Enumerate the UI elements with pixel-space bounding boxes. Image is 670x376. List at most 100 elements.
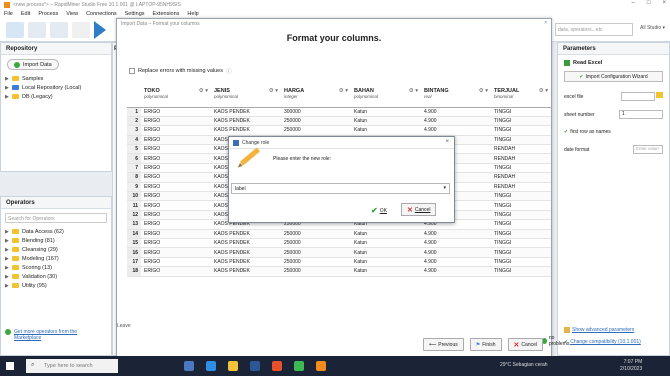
wand-icon: ✔ bbox=[579, 73, 584, 80]
table-cell: TINGGI bbox=[491, 135, 551, 146]
repo-item-db[interactable]: ▶ DB (Legacy) bbox=[1, 92, 111, 101]
column-header-toko[interactable]: ⚙ ▾ TOKO polynominal bbox=[141, 87, 211, 108]
folder-open-icon[interactable] bbox=[656, 92, 663, 98]
repo-item-label: Local Repository (Local) bbox=[22, 84, 82, 91]
windows-start-icon[interactable] bbox=[6, 362, 14, 370]
table-cell: ERIGO bbox=[141, 135, 211, 146]
task-view-icon[interactable] bbox=[184, 361, 194, 371]
folder-icon bbox=[12, 247, 19, 252]
new-process-icon[interactable] bbox=[6, 22, 24, 38]
taskbar-search-input[interactable]: ⌕ Type here to search bbox=[26, 359, 118, 373]
operator-group[interactable]: ▶ Utility (95) bbox=[1, 281, 111, 290]
column-header-bahan[interactable]: ⚙ ▾ BAHAN polynominal bbox=[351, 87, 421, 108]
operator-group[interactable]: ▶ Scoring (13) bbox=[1, 263, 111, 272]
column-menu-icon[interactable]: ⚙ ▾ bbox=[339, 88, 348, 94]
menu-process[interactable]: Process bbox=[38, 11, 58, 17]
rapidminer-taskbar-icon[interactable] bbox=[316, 361, 326, 371]
sheet-number-label: sheet number bbox=[564, 111, 595, 118]
marketplace-link[interactable]: Get more operators from the Marketplace bbox=[14, 329, 94, 341]
operator-group[interactable]: ▶ Modeling (167) bbox=[1, 254, 111, 263]
table-cell: ERIGO bbox=[141, 266, 211, 277]
table-cell: ERIGO bbox=[141, 219, 211, 230]
chrome-icon[interactable] bbox=[294, 361, 304, 371]
expand-caret-icon: ▶ bbox=[5, 246, 9, 253]
ok-button[interactable]: ✔ OK bbox=[371, 206, 387, 215]
menu-help[interactable]: Help bbox=[187, 11, 198, 17]
column-menu-icon[interactable]: ⚙ ▾ bbox=[269, 88, 278, 94]
replace-errors-checkbox[interactable] bbox=[129, 68, 135, 74]
operators-tab[interactable]: Operators bbox=[1, 197, 111, 209]
expand-caret-icon: ▶ bbox=[5, 255, 9, 262]
wizard-footer: ⟵ Previous ⚑ Finish ✕ Cancel bbox=[423, 338, 543, 351]
taskbar-search-placeholder: Type here to search bbox=[44, 363, 93, 369]
file-explorer-icon[interactable] bbox=[228, 361, 238, 371]
finish-button[interactable]: ⚑ Finish bbox=[469, 338, 502, 351]
role-select[interactable]: label ▾ bbox=[231, 183, 450, 194]
wizard-close-icon[interactable]: × bbox=[544, 20, 547, 26]
import-data-button[interactable]: Import Data bbox=[7, 59, 59, 70]
search-scope-dropdown[interactable]: All Studio ▾ bbox=[640, 25, 665, 31]
column-menu-icon[interactable]: ⚙ ▾ bbox=[409, 88, 418, 94]
column-menu-icon[interactable]: ⚙ ▾ bbox=[539, 88, 548, 94]
menu-edit[interactable]: Edit bbox=[21, 11, 30, 17]
import-configuration-wizard-button[interactable]: ✔ Import Configuration Wizard bbox=[564, 71, 663, 82]
close-window-button[interactable]: × bbox=[662, 0, 666, 6]
office-icon[interactable] bbox=[272, 361, 282, 371]
operator-group-label: Utility (95) bbox=[22, 282, 47, 289]
operator-group[interactable]: ▶ Blending (81) bbox=[1, 236, 111, 245]
operator-group-label: Blending (81) bbox=[22, 237, 55, 244]
undo-icon[interactable] bbox=[72, 22, 90, 38]
weather-widget[interactable]: 29°C Sebagian cerah bbox=[500, 362, 548, 368]
sheet-number-input[interactable]: 1 bbox=[619, 110, 663, 120]
table-cell: 4.900 bbox=[421, 247, 491, 258]
wizard-cancel-button[interactable]: ✕ Cancel bbox=[507, 338, 543, 351]
dialog-close-icon[interactable]: × bbox=[445, 139, 449, 145]
repository-tab[interactable]: Repository bbox=[1, 43, 111, 55]
row-number: 8 bbox=[127, 172, 141, 183]
replace-errors-option[interactable]: Replace errors with missing values ⓘ bbox=[129, 67, 232, 75]
column-header-terjual[interactable]: ⚙ ▾ TERJUAL binominal bbox=[491, 87, 551, 108]
column-menu-icon[interactable]: ⚙ ▾ bbox=[199, 88, 208, 94]
mail-icon[interactable] bbox=[250, 361, 260, 371]
role-select-value: label bbox=[235, 186, 246, 192]
table-cell: TINGGI bbox=[491, 107, 551, 117]
menu-settings[interactable]: Settings bbox=[125, 11, 145, 17]
column-header-harga[interactable]: ⚙ ▾ HARGA integer bbox=[281, 87, 351, 108]
dialog-cancel-button[interactable]: ✕ Cancel bbox=[401, 203, 437, 216]
menu-extensions[interactable]: Extensions bbox=[153, 11, 180, 17]
show-advanced-link[interactable]: Show advanced parameters bbox=[572, 327, 634, 333]
maximize-button[interactable]: □ bbox=[647, 0, 651, 6]
operator-group[interactable]: ▶ Cleansing (29) bbox=[1, 245, 111, 254]
repository-panel: Repository Import Data ▶ Samples ▶ Local… bbox=[0, 42, 112, 172]
column-header-jenis[interactable]: ⚙ ▾ JENIS polynominal bbox=[211, 87, 281, 108]
operator-group[interactable]: ▶ Validation (30) bbox=[1, 272, 111, 281]
table-row: 2 ERIGO KAOS PENDEK 250000 Katun 4.900 TINGGI bbox=[127, 116, 551, 127]
date-format-input[interactable]: Enter value bbox=[633, 145, 663, 155]
minimize-button[interactable]: – bbox=[632, 0, 635, 6]
menu-file[interactable]: File bbox=[4, 11, 13, 17]
table-cell: ERIGO bbox=[141, 238, 211, 249]
operator-search-input[interactable]: Search for Operators bbox=[5, 213, 107, 223]
column-menu-icon[interactable]: ⚙ ▾ bbox=[479, 88, 488, 94]
menu-connections[interactable]: Connections bbox=[86, 11, 117, 17]
global-search-input[interactable]: data, operators...etc bbox=[555, 23, 633, 36]
repo-item-samples[interactable]: ▶ Samples bbox=[1, 74, 111, 83]
excel-file-input[interactable] bbox=[620, 92, 655, 102]
previous-button[interactable]: ⟵ Previous bbox=[423, 338, 464, 351]
parameters-tab[interactable]: Parameters bbox=[558, 43, 669, 55]
table-cell: TINGGI bbox=[491, 238, 551, 249]
edge-browser-icon[interactable] bbox=[206, 361, 216, 371]
expand-caret-icon: ▶ bbox=[5, 273, 9, 280]
window-titlebar: <new process*> – RapidMiner Studio Free … bbox=[0, 0, 670, 9]
open-process-icon[interactable] bbox=[28, 22, 46, 38]
menu-view[interactable]: View bbox=[66, 11, 78, 17]
column-header-bintang[interactable]: ⚙ ▾ BINTANG real bbox=[421, 87, 491, 108]
operator-group[interactable]: ▶ Data Access (62) bbox=[1, 227, 111, 236]
run-process-icon[interactable] bbox=[94, 21, 106, 39]
repo-item-local[interactable]: ▶ Local Repository (Local) bbox=[1, 83, 111, 92]
first-row-checkbox[interactable]: ✔ bbox=[564, 129, 568, 135]
change-compatibility-link[interactable]: Change compatibility (10.1.001) bbox=[570, 339, 641, 345]
clock[interactable]: 7:07 PM 2/10/2023 bbox=[620, 359, 642, 373]
save-process-icon[interactable] bbox=[50, 22, 68, 38]
expand-caret-icon: ▶ bbox=[5, 75, 9, 82]
